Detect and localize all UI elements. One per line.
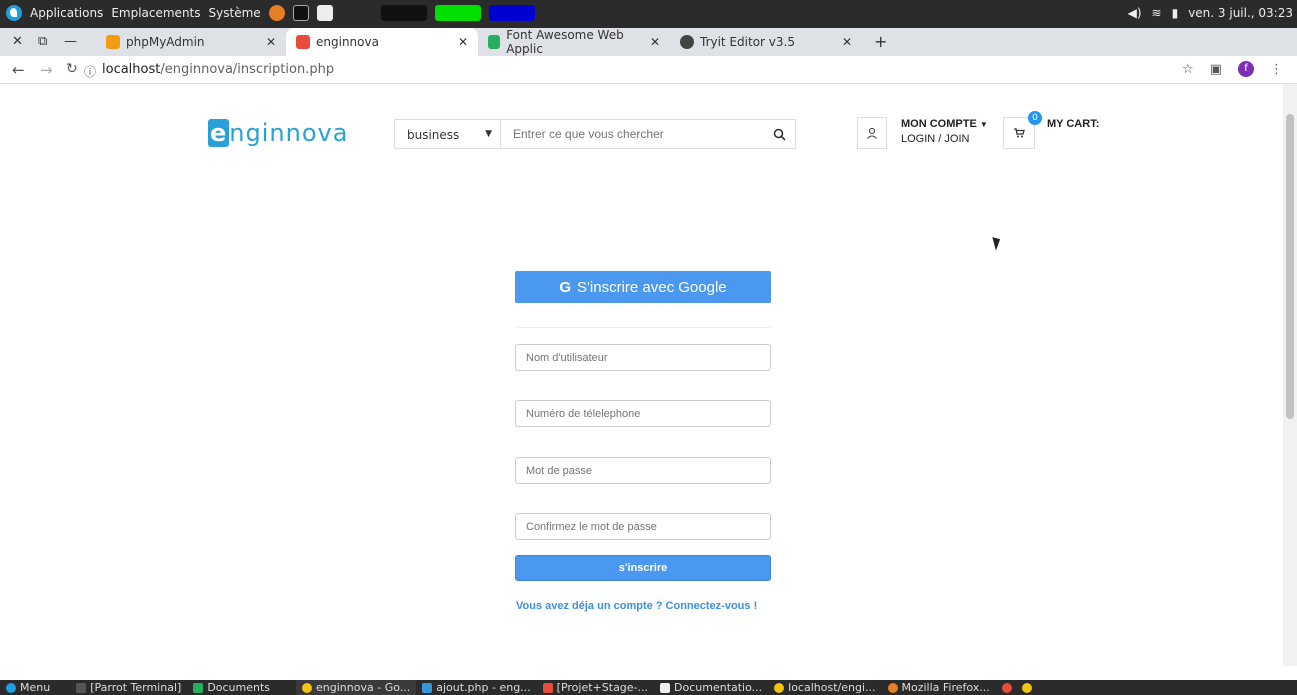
firefox-launcher-icon[interactable]	[268, 5, 285, 21]
close-window-icon[interactable]: ✕	[12, 34, 23, 49]
system-top-panel: Applications Emplacements Système ◀) ≋ ▮…	[0, 0, 1297, 28]
signup-submit-button[interactable]: s'inscrire	[515, 555, 771, 581]
username-input[interactable]	[515, 344, 771, 371]
taskbar-localhost[interactable]: localhost/engi...	[768, 680, 881, 695]
taskbar-ajout-php[interactable]: ajout.php - eng...	[416, 680, 536, 695]
search-bar: business ▼	[394, 119, 796, 149]
taskbar-documents[interactable]: Documents	[187, 680, 276, 695]
forward-arrow-icon[interactable]: →	[40, 61, 53, 79]
cpu-monitor-icon	[380, 5, 427, 21]
account-menu[interactable]: MON COMPTE ▼ LOGIN / JOIN	[901, 117, 988, 147]
search-input[interactable]	[501, 120, 763, 148]
google-icon: G	[559, 278, 572, 296]
menu-applications[interactable]: Applications	[30, 6, 103, 20]
vertical-scrollbar[interactable]	[1283, 84, 1297, 666]
no-entry-icon	[1001, 682, 1012, 693]
form-divider	[515, 327, 771, 328]
clock[interactable]: ven. 3 juil., 03:23	[1188, 6, 1293, 20]
close-tab-icon[interactable]: ✕	[458, 35, 468, 49]
wifi-icon[interactable]: ≋	[1152, 6, 1162, 20]
taskbar-documentation[interactable]: Documentatio...	[654, 680, 768, 695]
menu-places[interactable]: Emplacements	[111, 6, 200, 20]
browser-menu-icon[interactable]: ⋮	[1270, 62, 1283, 77]
user-icon	[867, 127, 877, 139]
account-caret-icon: ▼	[979, 120, 988, 129]
dropdown-caret-icon: ▼	[485, 129, 492, 139]
document-icon	[660, 682, 671, 693]
login-join-link[interactable]: LOGIN / JOIN	[901, 132, 988, 147]
parrot-icon	[6, 682, 16, 693]
taskbar-extra[interactable]	[996, 680, 1038, 695]
terminal-launcher-icon[interactable]	[292, 5, 309, 21]
taskbar-firefox[interactable]: Mozilla Firefox...	[882, 680, 996, 695]
address-bar-row: ← → ↻ ⓘ localhost/enginnova/inscription.…	[0, 56, 1297, 84]
scrollbar-thumb[interactable]	[1286, 114, 1294, 419]
parrot-menu-icon[interactable]	[6, 5, 22, 21]
memory-monitor-icon	[434, 5, 481, 21]
terminal-icon	[76, 682, 87, 693]
network-monitor-icon	[488, 5, 535, 21]
taskbar-projet-stage[interactable]: [Projet+Stage-...	[537, 680, 654, 695]
category-select[interactable]: business ▼	[395, 120, 501, 148]
cart-icon	[1013, 128, 1025, 138]
minimize-window-icon[interactable]: —	[64, 34, 77, 49]
close-tab-icon[interactable]: ✕	[266, 35, 276, 49]
site-logo[interactable]: enginnova	[208, 119, 348, 147]
taskbar-enginnova[interactable]: enginnova - Go...	[296, 680, 417, 695]
tab-title: Font Awesome Web Applic	[506, 28, 624, 56]
cart-label[interactable]: MY CART:	[1047, 118, 1099, 130]
tab-font-awesome[interactable]: Font Awesome Web Applic ✕	[478, 28, 670, 56]
password-input[interactable]	[515, 457, 771, 484]
volume-icon[interactable]: ◀)	[1128, 6, 1142, 20]
confirm-password-input[interactable]	[515, 513, 771, 540]
folder-icon	[193, 682, 204, 693]
tab-title: enginnova	[316, 35, 379, 49]
document-launcher-icon[interactable]	[316, 5, 333, 21]
back-arrow-icon[interactable]: ←	[12, 61, 25, 79]
vscode-icon	[422, 682, 433, 693]
taskbar: Menu [Parrot Terminal] Documents enginno…	[0, 680, 1297, 695]
browser-tab-strip: ✕ ⧉ — phpMyAdmin ✕ enginnova ✕ Font Awes…	[0, 28, 1297, 56]
tab-tryit-editor[interactable]: Tryit Editor v3.5 ✕	[670, 28, 862, 56]
firefox-icon	[887, 682, 898, 693]
phpmyadmin-favicon-icon	[106, 35, 120, 49]
login-link[interactable]: Vous avez déja un compte ? Connectez-vou…	[516, 600, 757, 612]
extension-icon[interactable]: ▣	[1210, 62, 1222, 77]
enginnova-favicon-icon	[296, 35, 310, 49]
site-info-icon[interactable]: ⓘ	[84, 63, 96, 80]
chrome-icon	[302, 682, 313, 693]
cart-count-badge: 0	[1028, 111, 1042, 125]
battery-icon[interactable]: ▮	[1172, 6, 1179, 20]
bookmark-star-icon[interactable]: ☆	[1182, 62, 1194, 77]
tab-title: Tryit Editor v3.5	[700, 35, 795, 49]
chrome-icon	[1021, 682, 1032, 693]
close-tab-icon[interactable]: ✕	[650, 35, 660, 49]
tab-title: phpMyAdmin	[126, 35, 205, 49]
profile-avatar[interactable]: f	[1238, 61, 1254, 77]
menu-system[interactable]: Système	[209, 6, 261, 20]
chrome-icon	[774, 682, 785, 693]
pdf-icon	[542, 682, 553, 693]
font-awesome-favicon-icon	[488, 35, 501, 49]
taskbar-terminal[interactable]: [Parrot Terminal]	[70, 680, 187, 695]
search-icon	[773, 128, 786, 141]
taskbar-menu[interactable]: Menu	[0, 680, 56, 695]
search-button[interactable]	[763, 120, 795, 148]
reload-icon[interactable]: ↻	[66, 61, 78, 77]
restore-window-icon[interactable]: ⧉	[38, 34, 47, 49]
account-button[interactable]	[857, 117, 887, 149]
phone-input[interactable]	[515, 400, 771, 427]
close-tab-icon[interactable]: ✕	[842, 35, 852, 49]
address-url[interactable]: localhost/enginnova/inscription.php	[102, 62, 334, 77]
google-signup-button[interactable]: G S'inscrire avec Google	[515, 271, 771, 303]
new-tab-plus-icon[interactable]: +	[874, 32, 887, 51]
tryit-favicon-icon	[680, 35, 694, 49]
tab-phpmyadmin[interactable]: phpMyAdmin ✕	[96, 28, 286, 56]
tab-enginnova[interactable]: enginnova ✕	[286, 28, 478, 56]
